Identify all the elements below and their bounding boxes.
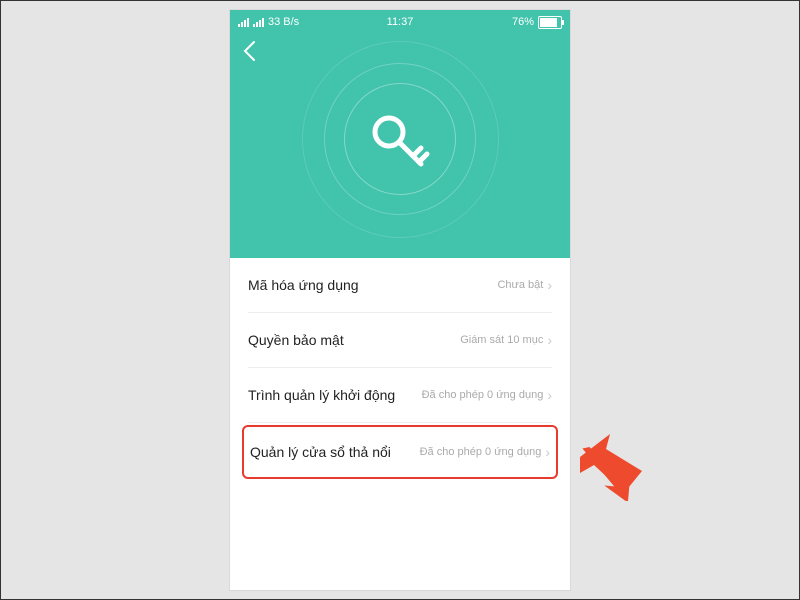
battery-pct: 76% xyxy=(512,16,534,28)
chevron-right-icon: › xyxy=(547,387,552,403)
chevron-right-icon: › xyxy=(545,444,550,460)
row-value: Giám sát 10 mục › xyxy=(460,332,552,348)
row-label: Quyền bảo mật xyxy=(248,332,344,348)
row-value: Đã cho phép 0 ứng dụng › xyxy=(422,387,552,403)
status-time: 11:37 xyxy=(387,16,414,28)
row-label: Quản lý cửa sổ thả nổi xyxy=(250,444,391,460)
row-value: Chưa bật › xyxy=(497,277,552,293)
row-floating-window-manager[interactable]: Quản lý cửa sổ thả nổi Đã cho phép 0 ứng… xyxy=(242,425,558,479)
row-app-encryption[interactable]: Mã hóa ứng dụng Chưa bật › xyxy=(248,258,552,313)
data-rate: 33 B/s xyxy=(268,16,299,28)
screenshot-frame: 33 B/s 11:37 76% xyxy=(0,0,800,600)
key-icon xyxy=(367,106,433,172)
chevron-right-icon: › xyxy=(547,277,552,293)
row-value: Đã cho phép 0 ứng dụng › xyxy=(420,444,550,460)
annotation-arrow xyxy=(576,431,646,501)
row-privacy-permissions[interactable]: Quyền bảo mật Giám sát 10 mục › xyxy=(248,313,552,368)
signal-icon xyxy=(253,17,264,27)
row-label: Mã hóa ứng dụng xyxy=(248,277,359,293)
row-startup-manager[interactable]: Trình quản lý khởi động Đã cho phép 0 ứn… xyxy=(248,368,552,423)
header-graphic xyxy=(300,39,500,239)
battery-icon xyxy=(538,16,562,29)
status-bar: 33 B/s 11:37 76% xyxy=(230,10,570,34)
row-label: Trình quản lý khởi động xyxy=(248,387,395,403)
settings-list: Mã hóa ứng dụng Chưa bật › Quyền bảo mật… xyxy=(230,258,570,479)
signal-icon xyxy=(238,17,249,27)
phone-screen: 33 B/s 11:37 76% xyxy=(230,10,570,590)
back-button[interactable] xyxy=(242,40,256,68)
chevron-right-icon: › xyxy=(547,332,552,348)
header: 33 B/s 11:37 76% xyxy=(230,10,570,258)
